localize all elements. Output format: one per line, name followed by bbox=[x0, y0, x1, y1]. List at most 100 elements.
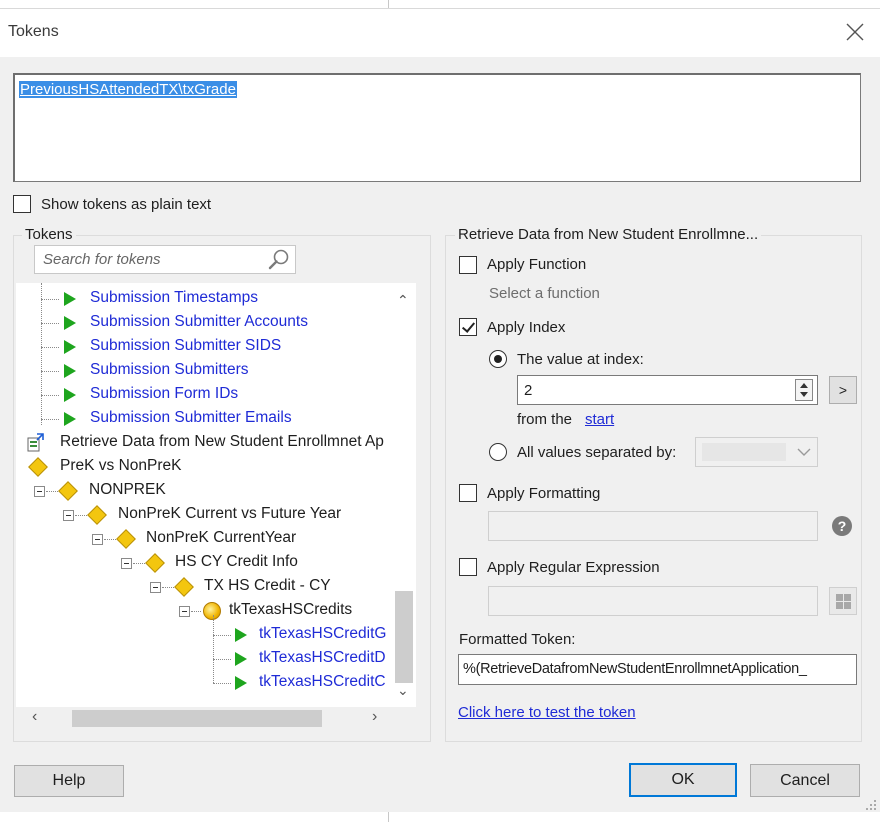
tree-item[interactable]: Submission Submitter Accounts bbox=[16, 311, 396, 335]
index-spinner[interactable] bbox=[795, 379, 813, 401]
title-bar: Tokens bbox=[0, 9, 880, 57]
formatted-token-field[interactable]: %(RetrieveDatafromNewStudentEnrollmnetAp… bbox=[458, 654, 857, 685]
tree-item[interactable]: NonPreK Current vs Future Year bbox=[16, 503, 396, 527]
apply-regex-checkbox[interactable] bbox=[459, 558, 477, 576]
start-link[interactable]: start bbox=[585, 411, 614, 428]
tree-item[interactable]: tkTexasHSCreditD bbox=[16, 647, 408, 671]
regex-input[interactable] bbox=[488, 586, 818, 616]
token-tree[interactable]: Submission Timestamps Submission Submitt… bbox=[16, 283, 416, 707]
regex-builder-button[interactable] bbox=[829, 587, 857, 615]
tree-item-label: tkTexasHSCredits bbox=[229, 601, 353, 618]
resize-grip-icon[interactable] bbox=[865, 799, 877, 811]
apply-function-label: Apply Function bbox=[487, 256, 587, 273]
tree-connector bbox=[104, 539, 116, 540]
tokens-group-caption: Tokens bbox=[22, 226, 76, 243]
tree-item[interactable]: PreK vs NonPreK bbox=[16, 455, 396, 479]
all-values-radio[interactable] bbox=[489, 443, 507, 461]
tree-item[interactable]: Retrieve Data from New Student Enrollmne… bbox=[16, 431, 408, 455]
window-title: Tokens bbox=[8, 23, 59, 40]
tree-connector bbox=[41, 299, 59, 300]
show-plain-text-label: Show tokens as plain text bbox=[41, 196, 212, 213]
tree-connector bbox=[41, 323, 59, 324]
index-value-text: 2 bbox=[524, 382, 533, 399]
index-more-button[interactable]: > bbox=[829, 376, 857, 404]
vertical-scroll-thumb[interactable] bbox=[395, 591, 413, 683]
tree-item-label: tkTexasHSCreditD bbox=[259, 649, 386, 666]
tree-item[interactable]: tkTexasHSCreditC bbox=[16, 671, 408, 695]
token-link[interactable]: PreviousHSAttendedTX\txGrade bbox=[19, 81, 237, 98]
chevron-down-icon bbox=[797, 448, 811, 456]
grid-icon bbox=[844, 594, 851, 601]
collapse-toggle[interactable] bbox=[92, 534, 103, 545]
token-editor[interactable]: PreviousHSAttendedTX\txGrade bbox=[13, 73, 861, 182]
tree-item[interactable]: tkTexasHSCredits bbox=[16, 599, 396, 623]
tree-item-label: HS CY Credit Info bbox=[175, 553, 298, 570]
scroll-right-arrow-icon[interactable]: › bbox=[372, 709, 377, 725]
play-icon bbox=[64, 364, 76, 378]
tree-item[interactable]: NONPREK bbox=[16, 479, 396, 503]
tree-vertical-scrollbar[interactable]: ⌃ ⌄ bbox=[392, 283, 416, 707]
separator-select[interactable] bbox=[695, 437, 818, 467]
horizontal-scroll-thumb[interactable] bbox=[72, 710, 322, 727]
tree-item[interactable]: Submission Form IDs bbox=[16, 383, 396, 407]
play-icon bbox=[235, 676, 247, 690]
tree-item[interactable]: Submission Submitter Emails bbox=[16, 407, 396, 431]
decision-diamond-icon bbox=[28, 457, 48, 477]
help-icon[interactable]: ? bbox=[832, 516, 852, 536]
apply-formatting-checkbox[interactable] bbox=[459, 484, 477, 502]
scroll-down-arrow-icon[interactable]: ⌄ bbox=[397, 683, 409, 697]
tree-item[interactable]: TX HS Credit - CY bbox=[16, 575, 396, 599]
search-input[interactable]: Search for tokens bbox=[34, 245, 296, 274]
decision-diamond-icon bbox=[58, 481, 78, 501]
apply-index-checkbox[interactable] bbox=[459, 318, 477, 336]
close-icon[interactable] bbox=[844, 21, 866, 43]
tree-item[interactable]: Submission Timestamps bbox=[16, 287, 396, 311]
scroll-left-arrow-icon[interactable]: ‹ bbox=[32, 709, 37, 725]
tree-item[interactable]: Submission Submitters bbox=[16, 359, 396, 383]
grid-icon bbox=[836, 594, 843, 601]
tree-item[interactable]: NonPreK CurrentYear bbox=[16, 527, 396, 551]
tree-item[interactable]: tkTexasHSCreditG bbox=[16, 623, 408, 647]
show-plain-text-checkbox[interactable] bbox=[13, 195, 31, 213]
tree-connector bbox=[41, 419, 59, 420]
tree-item[interactable]: HS CY Credit Info bbox=[16, 551, 396, 575]
tree-connector bbox=[191, 611, 201, 612]
coin-icon bbox=[203, 602, 221, 620]
tree-item-label: Submission Submitters bbox=[90, 361, 249, 378]
tree-connector bbox=[41, 371, 59, 372]
formatting-input[interactable] bbox=[488, 511, 818, 541]
all-values-label: All values separated by: bbox=[517, 444, 677, 461]
tree-connector bbox=[162, 587, 174, 588]
spin-up-icon[interactable] bbox=[800, 383, 808, 388]
index-value-input[interactable]: 2 bbox=[517, 375, 818, 405]
apply-formatting-label: Apply Formatting bbox=[487, 485, 601, 502]
play-icon bbox=[235, 628, 247, 642]
tree-connector bbox=[213, 683, 231, 684]
tree-item-label: Submission Submitter Accounts bbox=[90, 313, 308, 330]
collapse-toggle[interactable] bbox=[63, 510, 74, 521]
spin-down-icon[interactable] bbox=[800, 392, 808, 397]
tree-connector bbox=[213, 635, 231, 636]
tree-horizontal-scrollbar[interactable]: ‹ › bbox=[16, 707, 392, 729]
tree-item-label: NONPREK bbox=[89, 481, 166, 498]
ok-button[interactable]: OK bbox=[629, 763, 737, 797]
background-divider bbox=[388, 812, 389, 822]
cancel-button[interactable]: Cancel bbox=[750, 764, 860, 797]
help-button[interactable]: Help bbox=[14, 765, 124, 797]
test-token-link[interactable]: Click here to test the token bbox=[458, 704, 636, 721]
tree-connector bbox=[41, 347, 59, 348]
scroll-up-arrow-icon[interactable]: ⌃ bbox=[397, 293, 409, 307]
apply-index-label: Apply Index bbox=[487, 319, 566, 336]
tree-item-label: Submission Timestamps bbox=[90, 289, 258, 306]
collapse-toggle[interactable] bbox=[150, 582, 161, 593]
collapse-toggle[interactable] bbox=[121, 558, 132, 569]
search-icon[interactable] bbox=[267, 248, 291, 272]
collapse-toggle[interactable] bbox=[179, 606, 190, 617]
apply-function-checkbox[interactable] bbox=[459, 256, 477, 274]
select-function-hint: Select a function bbox=[489, 285, 600, 302]
tree-item[interactable]: Submission Submitter SIDS bbox=[16, 335, 396, 359]
value-at-index-radio[interactable] bbox=[489, 350, 507, 368]
from-the-label: from the bbox=[517, 411, 573, 428]
collapse-toggle[interactable] bbox=[34, 486, 45, 497]
play-icon bbox=[64, 316, 76, 330]
